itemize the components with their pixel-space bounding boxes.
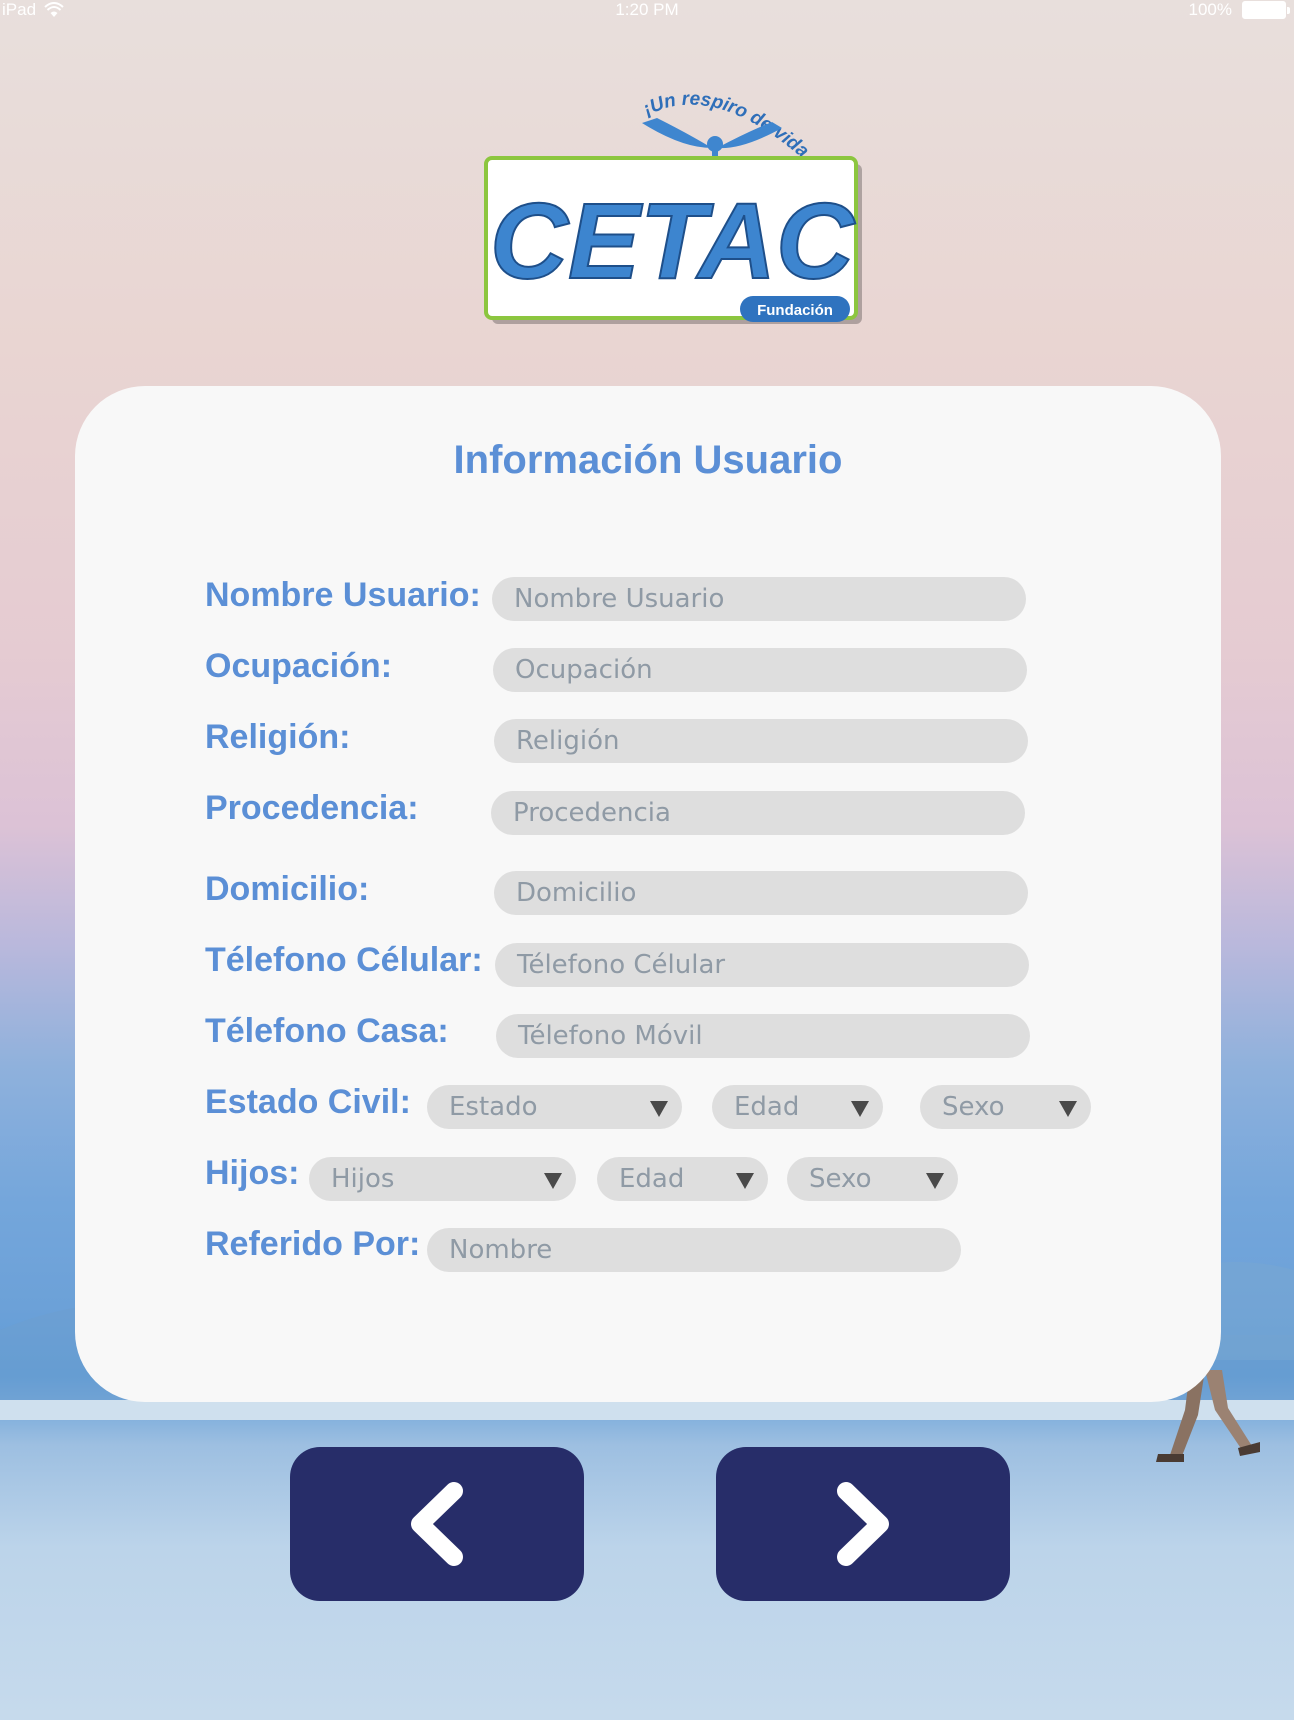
- telefono-celular-input[interactable]: Télefono Célular: [495, 943, 1029, 987]
- clock: 1:20 PM: [615, 0, 679, 19]
- nombre-label: Nombre Usuario:: [205, 576, 481, 614]
- estado-civil-sexo-select[interactable]: Sexo: [920, 1085, 1091, 1129]
- ocupacion-input[interactable]: Ocupación: [493, 648, 1027, 692]
- battery-percent: 100%: [1188, 0, 1232, 19]
- estado-civil-sexo-value: Sexo: [942, 1092, 1005, 1122]
- referido-por-input[interactable]: Nombre: [427, 1228, 961, 1272]
- chevron-right-icon: [837, 1482, 889, 1566]
- estado-civil-edad-value: Edad: [734, 1092, 800, 1122]
- referido-label: Referido Por:: [205, 1225, 421, 1263]
- cetac-logo: ¡Un respiro de vida! CETAC Fundación: [462, 88, 862, 324]
- hijos-sexo-value: Sexo: [809, 1164, 872, 1194]
- estado-civil-select[interactable]: Estado: [427, 1085, 682, 1129]
- logo-brand: CETAC: [490, 180, 856, 301]
- svg-text:¡Un respiro de vida!: ¡Un respiro de vida!: [462, 88, 813, 162]
- logo-slogan: ¡Un respiro de vida!: [462, 88, 813, 162]
- estado-civil-value: Estado: [449, 1092, 538, 1122]
- chevron-down-icon: [851, 1101, 869, 1117]
- procedencia-input[interactable]: Procedencia: [491, 791, 1025, 835]
- chevron-down-icon: [544, 1173, 562, 1189]
- ocupacion-label: Ocupación:: [205, 647, 393, 685]
- status-bar: iPad 1:20 PM 100%: [0, 0, 1294, 22]
- hijos-label: Hijos:: [205, 1154, 300, 1192]
- form-title: Información Usuario: [453, 438, 843, 482]
- chevron-left-icon: [411, 1482, 463, 1566]
- hijos-edad-select[interactable]: Edad: [597, 1157, 768, 1201]
- hijos-edad-value: Edad: [619, 1164, 685, 1194]
- chevron-down-icon: [650, 1101, 668, 1117]
- religion-input[interactable]: Religión: [494, 719, 1028, 763]
- battery-icon: [1242, 1, 1290, 19]
- domicilio-input[interactable]: Domicilio: [494, 871, 1028, 915]
- hijos-value: Hijos: [331, 1164, 395, 1194]
- chevron-down-icon: [736, 1173, 754, 1189]
- hijos-select[interactable]: Hijos: [309, 1157, 576, 1201]
- procedencia-label: Procedencia:: [205, 789, 419, 827]
- next-button[interactable]: [716, 1447, 1010, 1601]
- celular-label: Télefono Célular:: [205, 941, 483, 979]
- estado-civil-edad-select[interactable]: Edad: [712, 1085, 883, 1129]
- domicilio-label: Domicilio:: [205, 870, 370, 908]
- back-button[interactable]: [290, 1447, 584, 1601]
- estado-civil-label: Estado Civil:: [205, 1083, 411, 1121]
- chevron-down-icon: [1059, 1101, 1077, 1117]
- casa-label: Télefono Casa:: [205, 1012, 449, 1050]
- hijos-sexo-select[interactable]: Sexo: [787, 1157, 958, 1201]
- telefono-casa-input[interactable]: Télefono Móvil: [496, 1014, 1030, 1058]
- religion-label: Religión:: [205, 718, 351, 756]
- user-info-card: Información Usuario Nombre Usuario: Nomb…: [75, 386, 1221, 1402]
- chevron-down-icon: [926, 1173, 944, 1189]
- logo-subtitle: Fundación: [757, 302, 833, 319]
- nombre-usuario-input[interactable]: Nombre Usuario: [492, 577, 1026, 621]
